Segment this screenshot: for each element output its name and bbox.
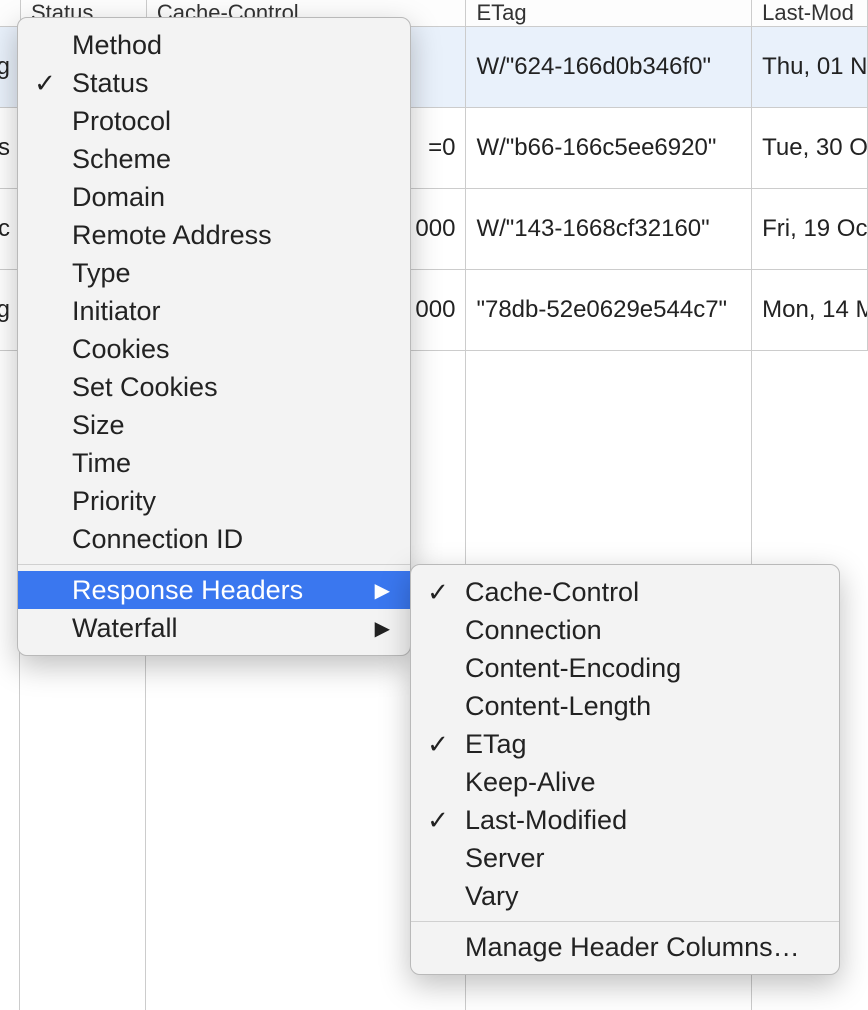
menu-item-cache-control[interactable]: ✓Cache-Control	[411, 573, 839, 611]
menu-item-label: Vary	[465, 881, 519, 912]
cell-last-modified: Tue, 30 O	[752, 108, 868, 188]
menu-item-label: Priority	[72, 486, 156, 517]
menu-item-set-cookies[interactable]: Set Cookies	[18, 368, 410, 406]
menu-item-cookies[interactable]: Cookies	[18, 330, 410, 368]
menu-item-label: Status	[72, 68, 149, 99]
menu-separator	[18, 564, 410, 565]
menu-item-etag[interactable]: ✓ETag	[411, 725, 839, 763]
checkmark-icon: ✓	[411, 729, 465, 760]
submenu-arrow-icon: ▶	[375, 578, 390, 603]
menu-item-label: Set Cookies	[72, 372, 218, 403]
menu-separator	[411, 921, 839, 922]
menu-item-label: Last-Modified	[465, 805, 627, 836]
menu-item-label: Keep-Alive	[465, 767, 596, 798]
checkmark-icon: ✓	[411, 805, 465, 836]
menu-item-server[interactable]: Server	[411, 839, 839, 877]
cell-etag: W/"b66-166c5ee6920"	[466, 108, 752, 188]
menu-item-label: Time	[72, 448, 131, 479]
menu-item-remote-address[interactable]: Remote Address	[18, 216, 410, 254]
menu-item-label: Connection ID	[72, 524, 243, 555]
response-headers-submenu: ✓Cache-ControlConnectionContent-Encoding…	[410, 564, 840, 975]
menu-item-waterfall[interactable]: Waterfall ▶	[18, 609, 410, 647]
menu-item-label: Content-Encoding	[465, 653, 681, 684]
checkmark-icon: ✓	[18, 68, 72, 99]
menu-item-label: Waterfall	[72, 613, 178, 644]
menu-item-time[interactable]: Time	[18, 444, 410, 482]
menu-item-label: Type	[72, 258, 131, 289]
menu-item-method[interactable]: Method	[18, 26, 410, 64]
menu-item-label: Content-Length	[465, 691, 651, 722]
menu-item-label: Manage Header Columns…	[465, 932, 800, 963]
menu-item-priority[interactable]: Priority	[18, 482, 410, 520]
menu-item-label: Remote Address	[72, 220, 272, 251]
menu-item-label: Method	[72, 30, 162, 61]
menu-item-scheme[interactable]: Scheme	[18, 140, 410, 178]
menu-item-response-headers[interactable]: Response Headers ▶	[18, 571, 410, 609]
menu-item-label: Scheme	[72, 144, 171, 175]
cell-etag: W/"624-166d0b346f0"	[466, 27, 752, 107]
menu-item-connection[interactable]: Connection	[411, 611, 839, 649]
menu-item-connection-id[interactable]: Connection ID	[18, 520, 410, 558]
cell-last-modified: Fri, 19 Oc	[752, 189, 868, 269]
menu-item-protocol[interactable]: Protocol	[18, 102, 410, 140]
menu-item-content-length[interactable]: Content-Length	[411, 687, 839, 725]
cell-last-modified: Mon, 14 M	[752, 270, 868, 350]
menu-item-label: Protocol	[72, 106, 171, 137]
menu-item-vary[interactable]: Vary	[411, 877, 839, 915]
menu-item-status[interactable]: ✓Status	[18, 64, 410, 102]
menu-item-label: Response Headers	[72, 575, 303, 606]
menu-item-label: Domain	[72, 182, 165, 213]
column-context-menu: Method✓Status Protocol Scheme Domain Remote …	[17, 17, 411, 656]
menu-item-domain[interactable]: Domain	[18, 178, 410, 216]
col-header-etag[interactable]: ETag	[466, 0, 752, 26]
submenu-arrow-icon: ▶	[375, 616, 390, 641]
menu-item-keep-alive[interactable]: Keep-Alive	[411, 763, 839, 801]
cell-last-modified: Thu, 01 N	[752, 27, 868, 107]
menu-item-last-modified[interactable]: ✓Last-Modified	[411, 801, 839, 839]
cell-etag: "78db-52e0629e544c7"	[466, 270, 752, 350]
col-header-last-modified[interactable]: Last-Mod	[752, 0, 868, 26]
menu-item-label: Server	[465, 843, 545, 874]
menu-item-label: Cookies	[72, 334, 170, 365]
menu-item-initiator[interactable]: Initiator	[18, 292, 410, 330]
menu-item-label: Cache-Control	[465, 577, 639, 608]
menu-item-manage-header-columns[interactable]: Manage Header Columns…	[411, 928, 839, 966]
menu-item-label: Initiator	[72, 296, 161, 327]
menu-item-label: Connection	[465, 615, 602, 646]
checkmark-icon: ✓	[411, 577, 465, 608]
cell-etag: W/"143-1668cf32160"	[466, 189, 752, 269]
menu-item-label: Size	[72, 410, 125, 441]
menu-item-type[interactable]: Type	[18, 254, 410, 292]
menu-item-content-encoding[interactable]: Content-Encoding	[411, 649, 839, 687]
menu-item-size[interactable]: Size	[18, 406, 410, 444]
menu-item-label: ETag	[465, 729, 527, 760]
